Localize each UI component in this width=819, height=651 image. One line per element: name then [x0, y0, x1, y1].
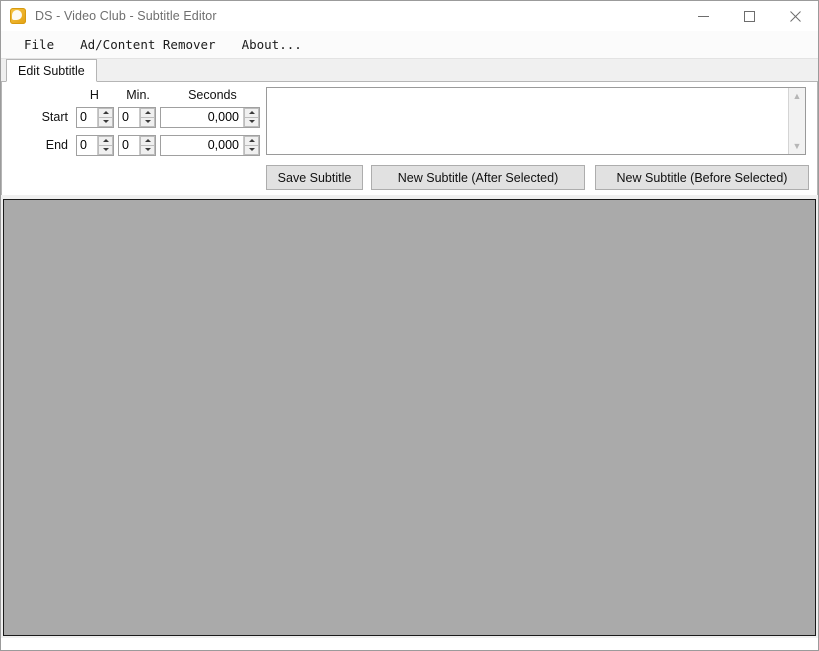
subtitle-text-area[interactable]: ▲ ▼: [266, 87, 806, 155]
end-seconds-spin-buttons: [243, 135, 259, 155]
start-seconds-increment-icon[interactable]: [244, 107, 259, 117]
header-seconds: Seconds: [188, 87, 237, 102]
window-title: DS - Video Club - Subtitle Editor: [35, 9, 217, 23]
start-time-row: Start 0 0 0,000: [22, 103, 262, 131]
scroll-up-icon[interactable]: ▲: [789, 88, 805, 104]
start-minutes-increment-icon[interactable]: [140, 107, 155, 117]
time-fields-grid: H Min. Seconds Start 0 0 0,000 End 0 0 0…: [22, 86, 262, 159]
start-hours-value[interactable]: 0: [77, 108, 97, 127]
new-subtitle-after-button[interactable]: New Subtitle (After Selected): [371, 165, 585, 190]
end-minutes-decrement-icon[interactable]: [140, 145, 155, 155]
header-hours: H: [89, 87, 99, 102]
start-minutes-decrement-icon[interactable]: [140, 117, 155, 127]
end-label: End: [45, 138, 68, 152]
end-hours-increment-icon[interactable]: [98, 135, 113, 145]
tab-strip: Edit Subtitle: [1, 59, 818, 82]
end-seconds-value[interactable]: 0,000: [161, 136, 243, 155]
end-minutes-increment-icon[interactable]: [140, 135, 155, 145]
tab-edit-subtitle[interactable]: Edit Subtitle: [6, 59, 97, 82]
close-button[interactable]: [772, 1, 818, 31]
menu-item-file[interactable]: File: [15, 34, 63, 55]
menu-item-about[interactable]: About...: [233, 34, 311, 55]
edit-subtitle-panel: H Min. Seconds Start 0 0 0,000 End 0 0 0…: [1, 82, 818, 195]
start-minutes-value[interactable]: 0: [119, 108, 139, 127]
start-seconds-value[interactable]: 0,000: [161, 108, 243, 127]
time-column-headers: H Min. Seconds: [22, 86, 262, 103]
maximize-icon: [743, 10, 755, 22]
start-seconds-spin-buttons: [243, 107, 259, 127]
start-label: Start: [41, 110, 68, 124]
start-minutes-stepper[interactable]: 0: [118, 106, 156, 128]
video-preview-surface[interactable]: [3, 199, 816, 636]
end-minutes-value[interactable]: 0: [119, 136, 139, 155]
minimize-button[interactable]: [680, 1, 726, 31]
end-hours-spin-buttons: [97, 135, 113, 155]
window-controls: [680, 1, 818, 31]
subtitle-text-value[interactable]: [267, 88, 788, 154]
subtitle-text-scrollbar[interactable]: ▲ ▼: [788, 88, 805, 154]
minimize-icon: [697, 15, 709, 17]
start-hours-increment-icon[interactable]: [98, 107, 113, 117]
header-minutes: Min.: [126, 87, 150, 102]
save-subtitle-button[interactable]: Save Subtitle: [266, 165, 363, 190]
start-seconds-decrement-icon[interactable]: [244, 117, 259, 127]
end-seconds-increment-icon[interactable]: [244, 135, 259, 145]
start-hours-decrement-icon[interactable]: [98, 117, 113, 127]
close-icon: [789, 10, 801, 22]
app-window: DS - Video Club - Subtitle Editor File A…: [0, 0, 819, 651]
title-bar: DS - Video Club - Subtitle Editor: [1, 1, 818, 31]
start-minutes-spin-buttons: [139, 107, 155, 127]
end-minutes-spin-buttons: [139, 135, 155, 155]
end-minutes-stepper[interactable]: 0: [118, 134, 156, 156]
end-hours-value[interactable]: 0: [77, 136, 97, 155]
menu-item-ad-content-remover[interactable]: Ad/Content Remover: [71, 34, 224, 55]
start-hours-stepper[interactable]: 0: [76, 106, 114, 128]
action-buttons: Save Subtitle New Subtitle (After Select…: [266, 165, 809, 190]
start-hours-spin-buttons: [97, 107, 113, 127]
start-seconds-stepper[interactable]: 0,000: [160, 106, 260, 128]
end-seconds-decrement-icon[interactable]: [244, 145, 259, 155]
new-subtitle-before-button[interactable]: New Subtitle (Before Selected): [595, 165, 809, 190]
end-seconds-stepper[interactable]: 0,000: [160, 134, 260, 156]
maximize-button[interactable]: [726, 1, 772, 31]
video-preview-container: [1, 199, 818, 638]
end-hours-stepper[interactable]: 0: [76, 134, 114, 156]
app-icon: [10, 8, 26, 24]
scroll-down-icon[interactable]: ▼: [789, 138, 805, 154]
menu-bar: File Ad/Content Remover About...: [1, 31, 818, 59]
end-time-row: End 0 0 0,000: [22, 131, 262, 159]
end-hours-decrement-icon[interactable]: [98, 145, 113, 155]
